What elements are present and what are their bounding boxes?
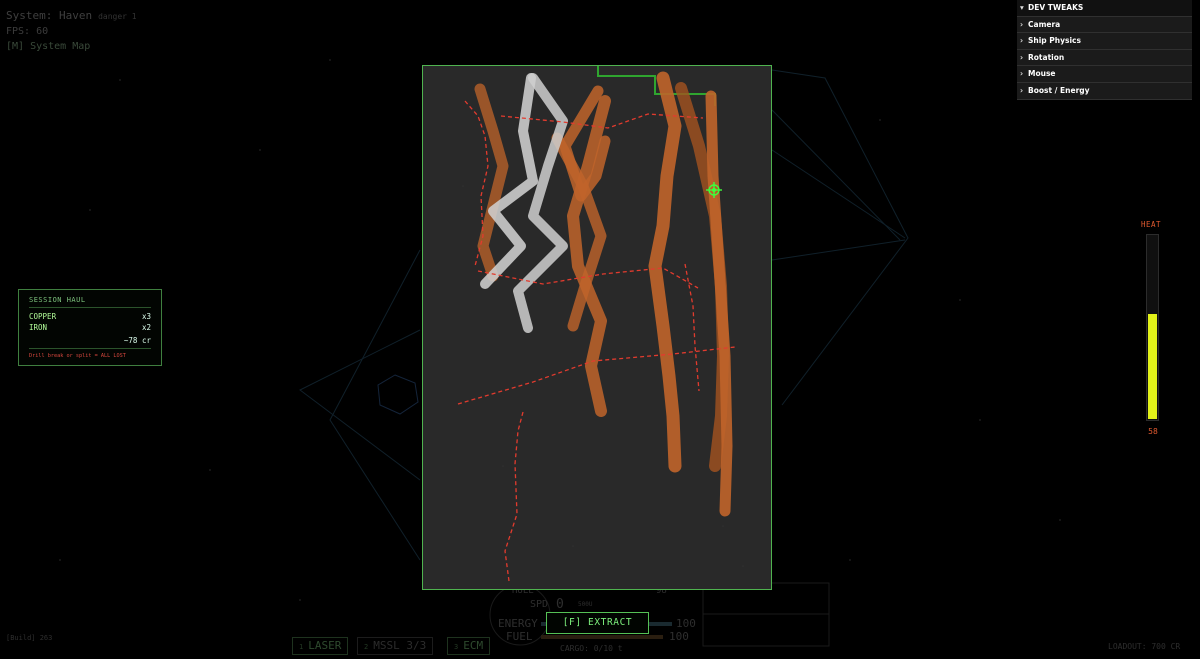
haul-credits: ~78 cr	[123, 336, 151, 345]
system-map-link[interactable]: [M] System Map	[6, 39, 137, 54]
chevron-right-icon: ›	[1020, 19, 1024, 29]
dev-tweaks-header[interactable]: ▾ DEV TWEAKS	[1017, 0, 1192, 17]
haul-row-copper: COPPER x3	[29, 312, 151, 321]
energy-label: ENERGY	[498, 617, 538, 630]
speed-max: 500U	[578, 601, 593, 608]
loadout-readout: LOADOUT: 700 CR	[1108, 642, 1181, 651]
copper-vein	[474, 83, 509, 282]
speed-label: SPD	[530, 599, 549, 610]
weapon-slot-ecm[interactable]: 3 ECM	[447, 637, 491, 655]
fuel-bar	[541, 635, 663, 639]
divider	[29, 348, 151, 349]
dev-tweaks-item-camera[interactable]: › Camera	[1017, 16, 1192, 34]
extraction-viewport[interactable]	[422, 65, 772, 590]
chevron-down-icon: ▾	[1020, 3, 1024, 12]
asteroid-cross-section	[457, 66, 744, 582]
fps-counter: FPS: 60	[6, 26, 49, 37]
haul-row-label: IRON	[29, 323, 48, 332]
cargo-readout: CARGO: 0/10 t	[560, 644, 623, 653]
session-haul-panel: SESSION HAUL COPPER x3 IRON x2 ~78 cr Dr…	[18, 289, 162, 366]
fuel-label: FUEL	[506, 630, 533, 643]
drill-guide-path	[597, 66, 716, 106]
weapon-slot-missile[interactable]: 2 MSSL 3/3	[357, 637, 434, 655]
extract-button[interactable]: [F] EXTRACT	[546, 612, 649, 634]
divider	[29, 307, 151, 308]
chevron-right-icon: ›	[1020, 69, 1024, 79]
fracture-line	[504, 411, 524, 582]
dev-tweaks-item-ship-physics[interactable]: › Ship Physics	[1017, 33, 1192, 50]
heat-value: 58	[1148, 427, 1158, 436]
haul-row-qty: x3	[141, 312, 151, 321]
energy-value: 100	[676, 617, 696, 630]
session-haul-title: SESSION HAUL	[29, 296, 86, 304]
build-label: [Build] 263	[6, 634, 53, 642]
fracture-line	[684, 263, 700, 392]
heat-gauge-fill	[1148, 313, 1157, 419]
system-danger: danger 1	[98, 12, 137, 21]
dev-tweaks-item-boost-energy[interactable]: › Boost / Energy	[1017, 82, 1192, 100]
chevron-right-icon: ›	[1020, 52, 1024, 62]
dev-tweaks-item-rotation[interactable]: › Rotation	[1017, 49, 1192, 67]
heat-label: HEAT	[1141, 220, 1162, 229]
haul-row-iron: IRON x2	[29, 323, 151, 332]
fuel-value: 100	[669, 630, 689, 643]
system-title: System: Haven danger 1	[6, 9, 137, 22]
iron-vein	[480, 73, 538, 289]
chevron-right-icon: ›	[1020, 36, 1024, 46]
haul-row-label: COPPER	[29, 312, 57, 321]
chevron-right-icon: ›	[1020, 85, 1024, 95]
speed-value: 0	[556, 597, 564, 612]
copper-vein	[648, 71, 682, 473]
haul-warning: Drill break or split = ALL LOST	[29, 353, 126, 359]
weapon-slot-laser[interactable]: 1 LASER	[292, 637, 349, 655]
system-readout: System: Haven danger 1 FPS: 60 [M] System…	[6, 8, 137, 54]
haul-row-qty: x2	[141, 323, 151, 332]
dev-tweaks-panel: ▾ DEV TWEAKS › Camera › Ship Physics › Rotat…	[1017, 0, 1192, 100]
heat-gauge	[1146, 234, 1159, 421]
dev-tweaks-item-mouse[interactable]: › Mouse	[1017, 66, 1192, 83]
